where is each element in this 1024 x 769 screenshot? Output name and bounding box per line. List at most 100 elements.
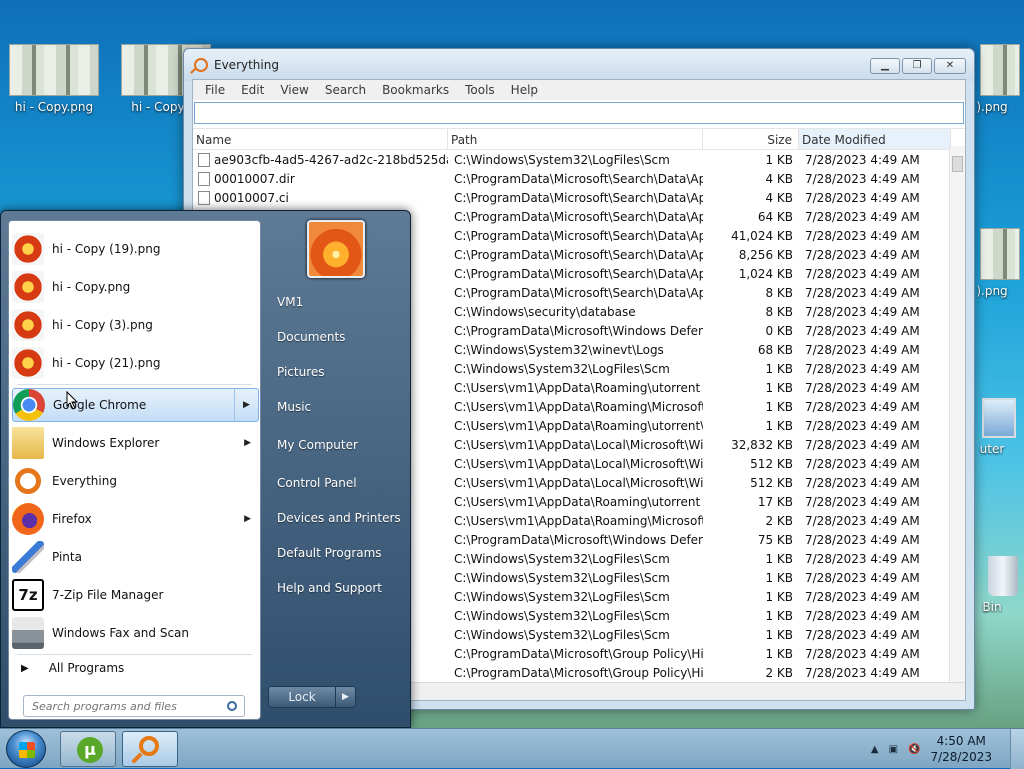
recent-item[interactable]: hi - Copy.png <box>12 270 259 304</box>
start-search-input[interactable] <box>30 698 225 714</box>
menu-edit[interactable]: Edit <box>233 83 272 97</box>
cell-size: 1 KB <box>765 399 793 414</box>
scrollbar-thumb[interactable] <box>952 156 963 172</box>
cell-path: C:\Windows\System32\LogFiles\Scm <box>454 627 670 642</box>
taskbar-everything[interactable] <box>122 731 178 767</box>
program-firefox[interactable]: Firefox ▶ <box>12 502 259 536</box>
cell-path: C:\Users\vm1\AppData\Local\Microsoft\Win… <box>454 437 703 452</box>
divider <box>17 654 252 655</box>
cell-date: 7/28/2023 4:49 AM <box>805 646 920 661</box>
cell-size: 8,256 KB <box>738 247 793 262</box>
menu-search[interactable]: Search <box>317 83 374 97</box>
fax-icon <box>12 617 44 649</box>
image-icon <box>12 347 44 379</box>
taskbar-utorrent[interactable]: µ <box>60 731 116 767</box>
program-windows-fax-and-scan[interactable]: Windows Fax and Scan <box>12 616 259 650</box>
menu-bookmarks[interactable]: Bookmarks <box>374 83 457 97</box>
cell-date: 7/28/2023 4:49 AM <box>805 171 920 186</box>
cell-path: C:\Windows\System32\LogFiles\Scm <box>454 551 670 566</box>
link-default-programs[interactable]: Default Programs <box>269 538 403 568</box>
cell-date: 7/28/2023 4:49 AM <box>805 209 920 224</box>
show-desktop-button[interactable] <box>1010 729 1024 769</box>
system-tray: ▲ ▣ 🔇 4:50 AM 7/28/2023 <box>871 729 1024 769</box>
recent-item[interactable]: hi - Copy (19).png <box>12 232 259 266</box>
maximize-button[interactable]: ❐ <box>902 58 932 74</box>
column-name[interactable]: Name <box>193 129 448 149</box>
cell-size: 8 KB <box>765 304 793 319</box>
user-avatar[interactable] <box>307 220 365 278</box>
link-devices-and-printers[interactable]: Devices and Printers <box>269 503 403 533</box>
link-help-and-support[interactable]: Help and Support <box>269 573 403 603</box>
start-button[interactable] <box>6 730 46 768</box>
column-path[interactable]: Path <box>448 129 703 149</box>
link-control-panel[interactable]: Control Panel <box>269 468 403 498</box>
file-icon <box>198 171 210 186</box>
close-button[interactable]: ✕ <box>934 58 966 74</box>
link-my-computer[interactable]: My Computer <box>269 430 403 460</box>
program-windows-explorer[interactable]: Windows Explorer ▶ <box>12 426 259 460</box>
search-input[interactable] <box>194 102 964 124</box>
program-everything[interactable]: Everything <box>12 464 259 498</box>
recent-item-label: hi - Copy.png <box>52 280 131 294</box>
cell-size: 4 KB <box>765 171 793 186</box>
cell-path: C:\ProgramData\Microsoft\Search\Data\App… <box>454 209 703 224</box>
desktop-icon-label: ).png <box>976 284 1008 298</box>
cell-name: ae903cfb-4ad5-4267-ad2c-218bd525da17 <box>193 152 448 167</box>
desktop-icon-label: uter <box>979 442 1005 456</box>
recent-item[interactable]: hi - Copy (21).png <box>12 346 259 380</box>
cell-size: 1 KB <box>765 608 793 623</box>
cell-size: 2 KB <box>765 513 793 528</box>
column-size[interactable]: Size <box>703 129 799 149</box>
start-search-box[interactable] <box>23 695 245 717</box>
volume-muted-icon[interactable]: 🔇 <box>908 744 920 755</box>
menu-view[interactable]: View <box>272 83 316 97</box>
clock[interactable]: 4:50 AM 7/28/2023 <box>930 733 992 765</box>
link-user-folder[interactable]: VM1 <box>269 287 403 317</box>
divider <box>17 384 252 385</box>
recent-item[interactable]: hi - Copy (3).png <box>12 308 259 342</box>
menu-help[interactable]: Help <box>503 83 546 97</box>
recent-item-label: hi - Copy (21).png <box>52 356 161 370</box>
menu-file[interactable]: File <box>197 83 233 97</box>
search-icon[interactable] <box>227 701 237 711</box>
show-hidden-icons-icon[interactable]: ▲ <box>871 744 879 755</box>
table-row[interactable]: 00010007.ci C:\ProgramData\Microsoft\Sear… <box>193 188 965 207</box>
cell-date: 7/28/2023 4:49 AM <box>805 380 920 395</box>
cell-date: 7/28/2023 4:49 AM <box>805 228 920 243</box>
cell-path: C:\ProgramData\Microsoft\Group Policy\Hi… <box>454 646 703 661</box>
submenu-arrow-icon[interactable]: ▶ <box>244 438 251 448</box>
all-programs-button[interactable]: ▶ All Programs <box>21 661 124 675</box>
program-pinta[interactable]: Pinta <box>12 540 259 574</box>
submenu-arrow-icon[interactable]: ▶ <box>234 389 258 421</box>
cell-path: C:\Users\vm1\AppData\Roaming\utorrent <box>454 380 701 395</box>
network-icon[interactable]: ▣ <box>889 744 898 755</box>
link-music[interactable]: Music <box>269 392 403 422</box>
minimize-button[interactable]: ▁ <box>870 58 900 74</box>
image-thumbnail <box>980 44 1020 96</box>
program-google-chrome[interactable]: Google Chrome ▶ <box>12 388 259 422</box>
submenu-arrow-icon[interactable]: ▶ <box>244 514 251 524</box>
cell-size: 1 KB <box>765 627 793 642</box>
column-date-modified[interactable]: Date Modified <box>799 129 951 149</box>
cell-size: 1 KB <box>765 551 793 566</box>
link-documents[interactable]: Documents <box>269 322 403 352</box>
cell-date: 7/28/2023 4:49 AM <box>805 304 920 319</box>
table-row[interactable]: 00010007.dir C:\ProgramData\Microsoft\Sea… <box>193 169 965 188</box>
lock-button[interactable]: Lock ▶ <box>268 686 356 708</box>
link-pictures[interactable]: Pictures <box>269 357 403 387</box>
cell-path: C:\ProgramData\Microsoft\Search\Data\App… <box>454 285 703 300</box>
table-row[interactable]: ae903cfb-4ad5-4267-ad2c-218bd525da17 C:\W… <box>193 150 965 169</box>
taskbar: µ ▲ ▣ 🔇 4:50 AM 7/28/2023 <box>0 728 1024 769</box>
desktop-icon-hi-copy[interactable]: hi - Copy.png <box>6 44 102 114</box>
cell-path: C:\Users\vm1\AppData\Roaming\utorrent\a.… <box>454 418 703 433</box>
cell-name: 00010007.dir <box>193 171 448 186</box>
shutdown-options-arrow-icon[interactable]: ▶ <box>335 687 355 707</box>
cell-date: 7/28/2023 4:49 AM <box>805 152 920 167</box>
cell-path: C:\Users\vm1\AppData\Roaming\utorrent <box>454 494 701 509</box>
menu-tools[interactable]: Tools <box>457 83 503 97</box>
vertical-scrollbar[interactable] <box>949 146 965 682</box>
program-7zip[interactable]: 7z 7-Zip File Manager <box>12 578 259 612</box>
window-titlebar[interactable]: Everything <box>184 49 974 81</box>
search-icon <box>15 468 41 494</box>
cell-size: 75 KB <box>757 532 793 547</box>
